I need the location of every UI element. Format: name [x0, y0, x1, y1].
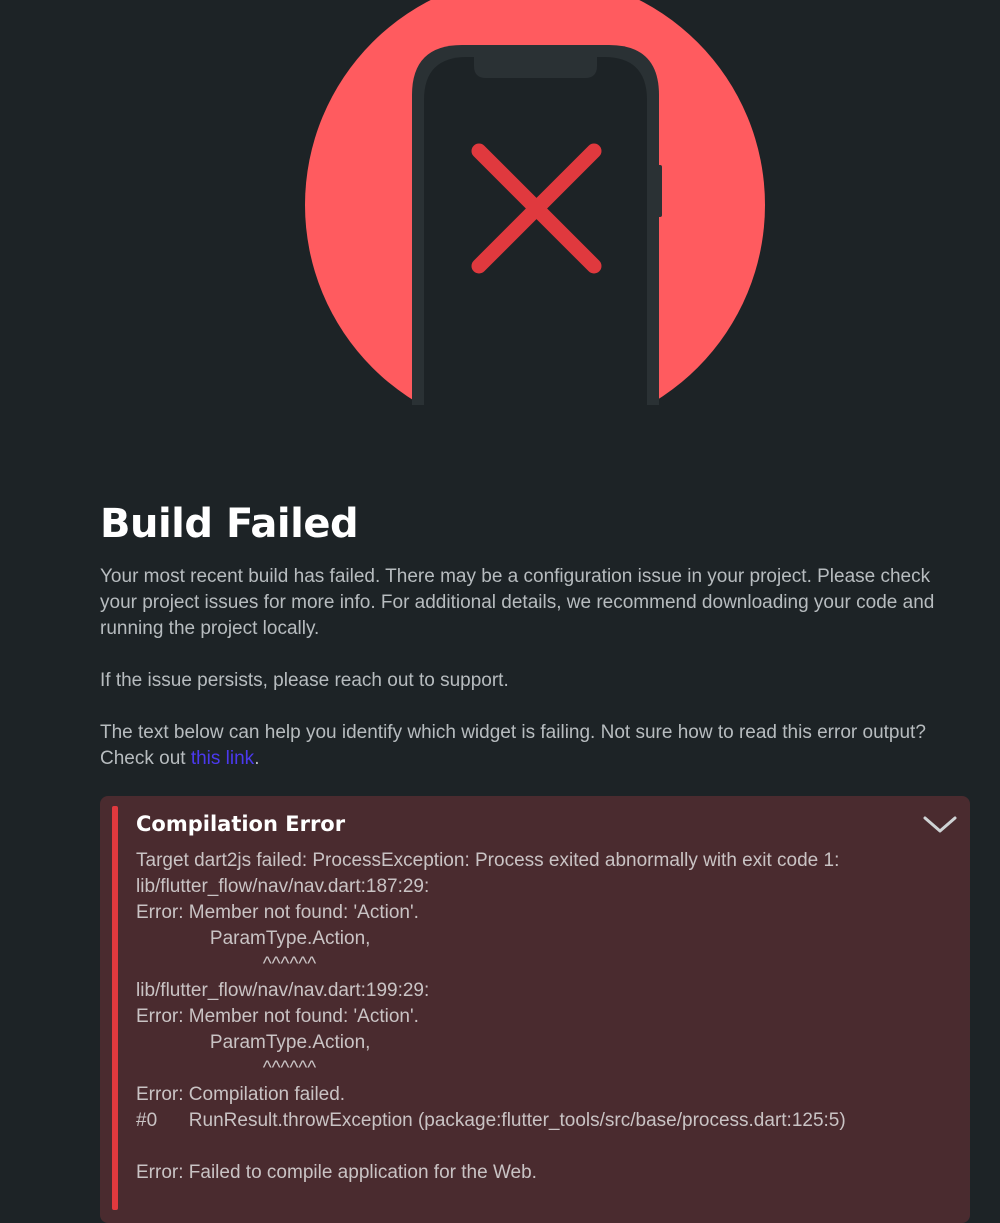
page-title: Build Failed — [100, 501, 359, 547]
phone-error-illustration — [305, 0, 765, 405]
chevron-down-icon[interactable] — [922, 810, 958, 838]
main-content: Build Failed Your most recent build has … — [100, 498, 970, 772]
help-text: The text below can help you identify whi… — [100, 720, 970, 772]
phone-screen — [424, 57, 647, 405]
error-accent-bar — [112, 806, 118, 1210]
phone-notch — [474, 57, 597, 78]
phone-side-button — [657, 165, 662, 217]
help-text-end: . — [254, 748, 260, 769]
description-text: Your most recent build has failed. There… — [100, 566, 935, 639]
compilation-error-panel: Compilation Error Target dart2js failed:… — [100, 796, 970, 1223]
help-link[interactable]: this link — [191, 748, 254, 769]
error-title: Compilation Error — [136, 812, 346, 836]
build-failed-page: Build Failed Your most recent build has … — [0, 0, 1000, 1223]
error-output: Target dart2js failed: ProcessException:… — [136, 850, 846, 1183]
support-text: If the issue persists, please reach out … — [100, 670, 509, 691]
